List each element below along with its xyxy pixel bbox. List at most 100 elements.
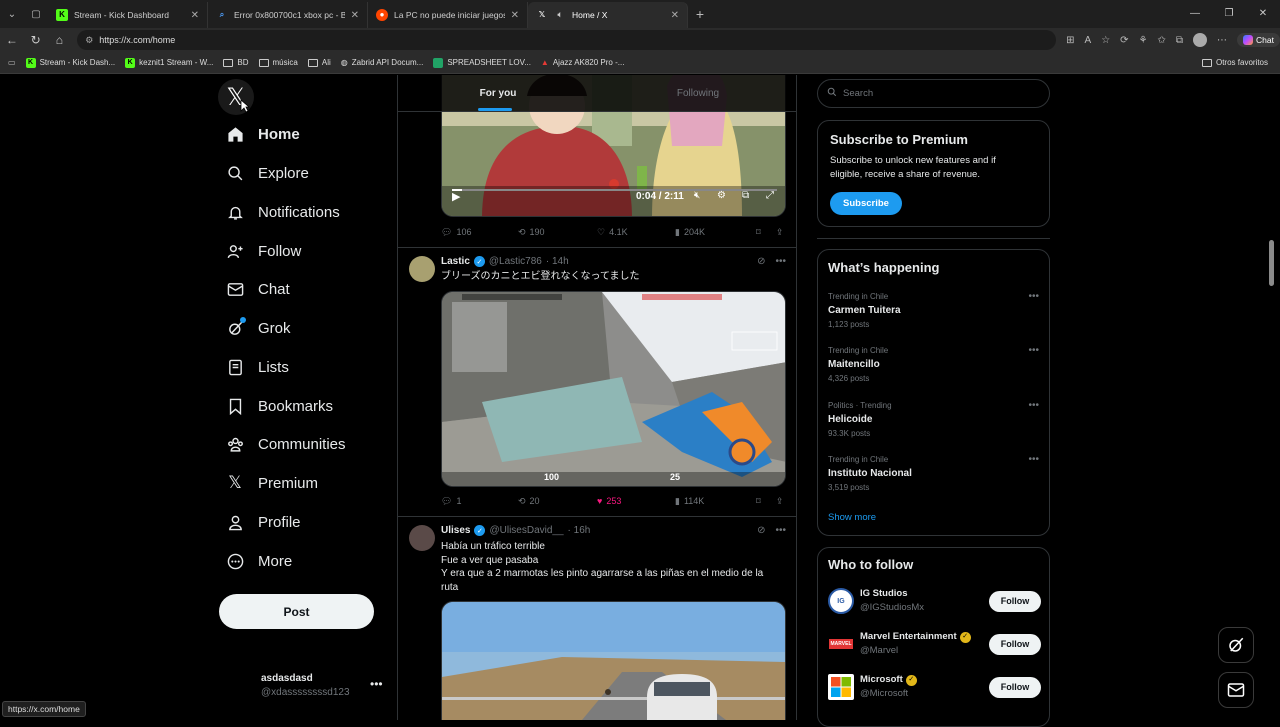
avatar[interactable] — [409, 256, 435, 282]
nav-chat[interactable]: Chat — [226, 274, 290, 304]
more-icon[interactable]: ••• — [1028, 400, 1039, 411]
nav-notifications[interactable]: Notifications — [226, 197, 340, 227]
share-icon[interactable]: ⇪ — [776, 227, 784, 238]
author-handle[interactable]: @Lastic786 — [489, 256, 542, 267]
messages-float-button[interactable] — [1218, 672, 1254, 708]
subscribe-button[interactable]: Subscribe — [830, 192, 902, 215]
nav-profile[interactable]: Profile — [226, 507, 301, 537]
url-field[interactable]: ⚙︎ https://x.com/home — [77, 30, 1057, 50]
bookmark-zabrid[interactable]: ◍ Zabrid API Docum... — [341, 58, 424, 67]
browser-tab-x-home[interactable]: 𝕏 🔈︎ Home / X ✕ — [528, 2, 688, 28]
favorites-icon[interactable]: ✩ — [1158, 35, 1166, 46]
like-button[interactable]: ♥ 253 — [597, 496, 675, 506]
tab-for-you[interactable]: For you — [398, 75, 598, 111]
post-button[interactable]: Post — [219, 594, 374, 629]
follow-button[interactable]: Follow — [989, 590, 1041, 612]
tweet-time[interactable]: · 16h — [568, 525, 591, 536]
search-input[interactable]: Search — [817, 79, 1050, 108]
back-icon[interactable]: ← — [0, 33, 24, 47]
follow-button[interactable]: Follow — [989, 676, 1041, 698]
tweet-time[interactable]: · 14h — [546, 256, 569, 267]
browser-essentials-icon[interactable]: ⚘ — [1139, 35, 1148, 46]
bookmark-icon[interactable]: ⌑ — [756, 496, 776, 507]
reply-button[interactable]: 💬︎ 106 — [441, 227, 518, 238]
bookmark-folder-musica[interactable]: música — [258, 58, 298, 67]
views-button[interactable]: ▮ 204K — [675, 227, 756, 238]
account-more-icon[interactable]: ••• — [370, 677, 383, 691]
author-name[interactable]: Ulises — [441, 525, 470, 536]
bookmark-spreadsheet[interactable]: SPREADSHEET LOV... — [433, 57, 531, 68]
nav-communities[interactable]: Communities — [226, 429, 346, 459]
avatar[interactable] — [409, 525, 435, 551]
share-icon[interactable]: ⇪ — [776, 496, 784, 507]
nav-lists[interactable]: Lists — [226, 352, 289, 382]
reply-button[interactable]: 💬︎ 1 — [441, 496, 518, 507]
bookmark-keznit[interactable]: Kkeznit1 Stream - W... — [125, 57, 213, 68]
repost-button[interactable]: ⟲ 190 — [518, 227, 597, 238]
nav-home[interactable]: Home — [226, 119, 300, 149]
grok-icon[interactable]: ⊘ — [757, 525, 765, 536]
nav-premium[interactable]: 𝕏 Premium — [226, 468, 318, 498]
nav-more[interactable]: More — [226, 546, 292, 576]
browser-tab-reddit[interactable]: ● La PC no puede iniciar juegos de G ✕ — [368, 2, 528, 28]
views-button[interactable]: ▮ 114K — [675, 496, 756, 507]
author-name[interactable]: Lastic — [441, 256, 470, 267]
nav-grok[interactable]: Grok — [226, 313, 291, 343]
settings-more-icon[interactable]: ⋯ — [1217, 35, 1227, 46]
bookmark-icon[interactable]: ⌑ — [756, 227, 776, 238]
reload-icon[interactable]: ↻ — [24, 33, 48, 47]
browser-tab-search[interactable]: ⌕ Error 0x800700c1 xbox pc - Búsqu ✕ — [208, 2, 368, 28]
page-scrollbar[interactable] — [1269, 240, 1274, 286]
follow-button[interactable]: Follow — [989, 633, 1041, 655]
nav-explore[interactable]: Explore — [226, 158, 309, 188]
pip-icon[interactable]: ⧉ — [742, 190, 749, 201]
minimize-icon[interactable]: — — [1178, 0, 1212, 28]
follow-suggestion[interactable]: IG IG Studios @IGStudiosMx Follow — [828, 586, 1041, 616]
restore-icon[interactable]: ❐ — [1212, 0, 1246, 28]
other-favorites[interactable]: Otros favoritos — [1201, 58, 1268, 67]
follow-suggestion[interactable]: MARVEL Marvel Entertainment ✓ @Marvel Fol… — [828, 629, 1041, 659]
window-close-icon[interactable]: ✕ — [1246, 0, 1280, 28]
gear-icon[interactable]: ⚙︎ — [717, 190, 726, 201]
close-icon[interactable]: ✕ — [671, 10, 679, 21]
bookmark-folder-bd[interactable]: BD — [223, 58, 249, 67]
tab-actions-menu-icon[interactable]: ⌄ — [0, 0, 24, 28]
grok-float-button[interactable] — [1218, 627, 1254, 663]
site-info-icon[interactable]: ⚙︎ — [85, 35, 93, 46]
browser-tab-kick[interactable]: K Stream - Kick Dashboard ✕ — [48, 2, 208, 28]
trend-item[interactable]: Trending in Chile Maitencillo 4,326 post… — [828, 344, 888, 386]
favorite-star-icon[interactable]: ☆ — [1101, 35, 1110, 46]
more-icon[interactable]: ••• — [775, 256, 786, 267]
trend-item[interactable]: Politics · Trending Helicoide 93.3K post… — [828, 399, 892, 441]
bookmarks-menu-icon[interactable]: ▭ — [8, 58, 16, 67]
like-button[interactable]: ♡ 4.1K — [597, 227, 675, 238]
grok-icon[interactable]: ⊘ — [757, 256, 765, 267]
fullscreen-icon[interactable]: ⤢ — [766, 190, 774, 201]
more-icon[interactable]: ••• — [1028, 454, 1039, 465]
home-icon[interactable]: ⌂ — [47, 33, 71, 47]
mute-icon[interactable]: 🔇︎ — [694, 190, 700, 201]
workspaces-icon[interactable]: ▢ — [24, 0, 48, 28]
collections-icon[interactable]: ⧉ — [1176, 35, 1183, 46]
author-handle[interactable]: @UlisesDavid__ — [489, 525, 563, 536]
bookmark-folder-ali[interactable]: Ali — [307, 58, 331, 67]
tab-following[interactable]: Following — [598, 75, 796, 111]
read-aloud-icon[interactable]: A — [1085, 35, 1092, 46]
nav-bookmarks[interactable]: Bookmarks — [226, 391, 333, 421]
new-tab-icon[interactable]: + — [688, 0, 712, 28]
more-icon[interactable]: ••• — [1028, 345, 1039, 356]
bookmark-ajazz[interactable]: ▲ Ajazz AK820 Pro -... — [541, 58, 625, 67]
follow-suggestion[interactable]: Microsoft ✓ @Microsoft Follow — [828, 672, 1041, 702]
play-icon[interactable]: ▶ — [452, 190, 460, 203]
nav-follow[interactable]: Follow — [226, 236, 301, 266]
close-icon[interactable]: ✕ — [191, 10, 199, 21]
account-switcher[interactable]: asdasdasd @xdassssssssd123 — [261, 673, 350, 698]
tweet-video[interactable] — [441, 601, 786, 720]
more-icon[interactable]: ••• — [775, 525, 786, 536]
extensions-icon[interactable]: ⟳ — [1120, 35, 1128, 46]
trend-item[interactable]: Trending in Chile Instituto Nacional 3,5… — [828, 453, 912, 495]
more-icon[interactable]: ••• — [1028, 291, 1039, 302]
speaker-icon[interactable]: 🔈︎ — [554, 9, 566, 21]
copilot-chat-button[interactable]: Chat — [1237, 33, 1280, 47]
trend-item[interactable]: Trending in Chile Carmen Tuitera 1,123 p… — [828, 290, 901, 332]
